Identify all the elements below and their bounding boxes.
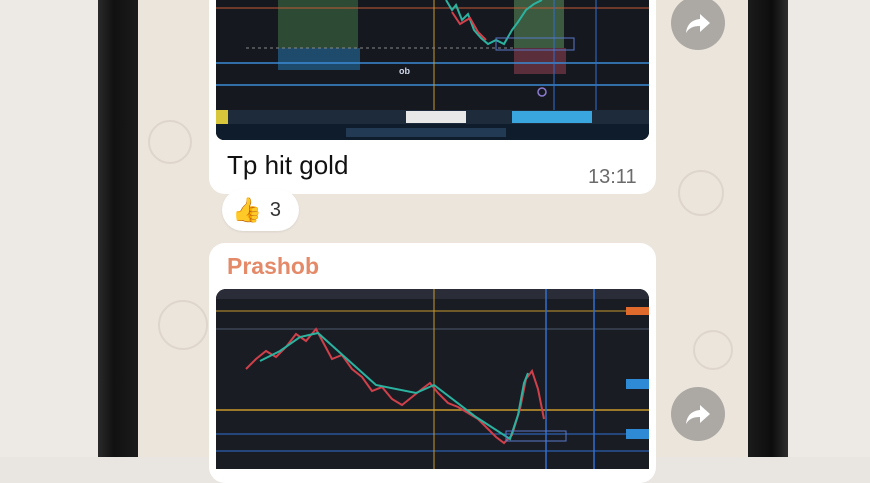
forward-icon: [686, 405, 710, 424]
background-right: [788, 0, 870, 457]
chart-image[interactable]: [216, 289, 649, 469]
zone-red: [514, 48, 566, 74]
background-left: [0, 0, 98, 457]
chart-label-ob: ob: [399, 66, 410, 76]
phone-frame-right: [748, 0, 788, 457]
phone-frame-left: [98, 0, 138, 457]
message-timestamp: 13:11: [588, 166, 637, 188]
forward-icon: [686, 14, 710, 33]
chart-screenshot: [216, 289, 649, 469]
message-caption: Tp hit gold: [227, 150, 349, 180]
thumbs-up-icon: 👍: [232, 196, 262, 224]
forward-button[interactable]: [671, 387, 725, 441]
sender-name[interactable]: Prashob: [227, 253, 319, 280]
reaction-count: 3: [269, 198, 282, 221]
reaction-chip[interactable]: 👍 3: [222, 189, 299, 231]
chart-screenshot: [216, 0, 649, 140]
chart-image[interactable]: ob: [216, 0, 649, 140]
